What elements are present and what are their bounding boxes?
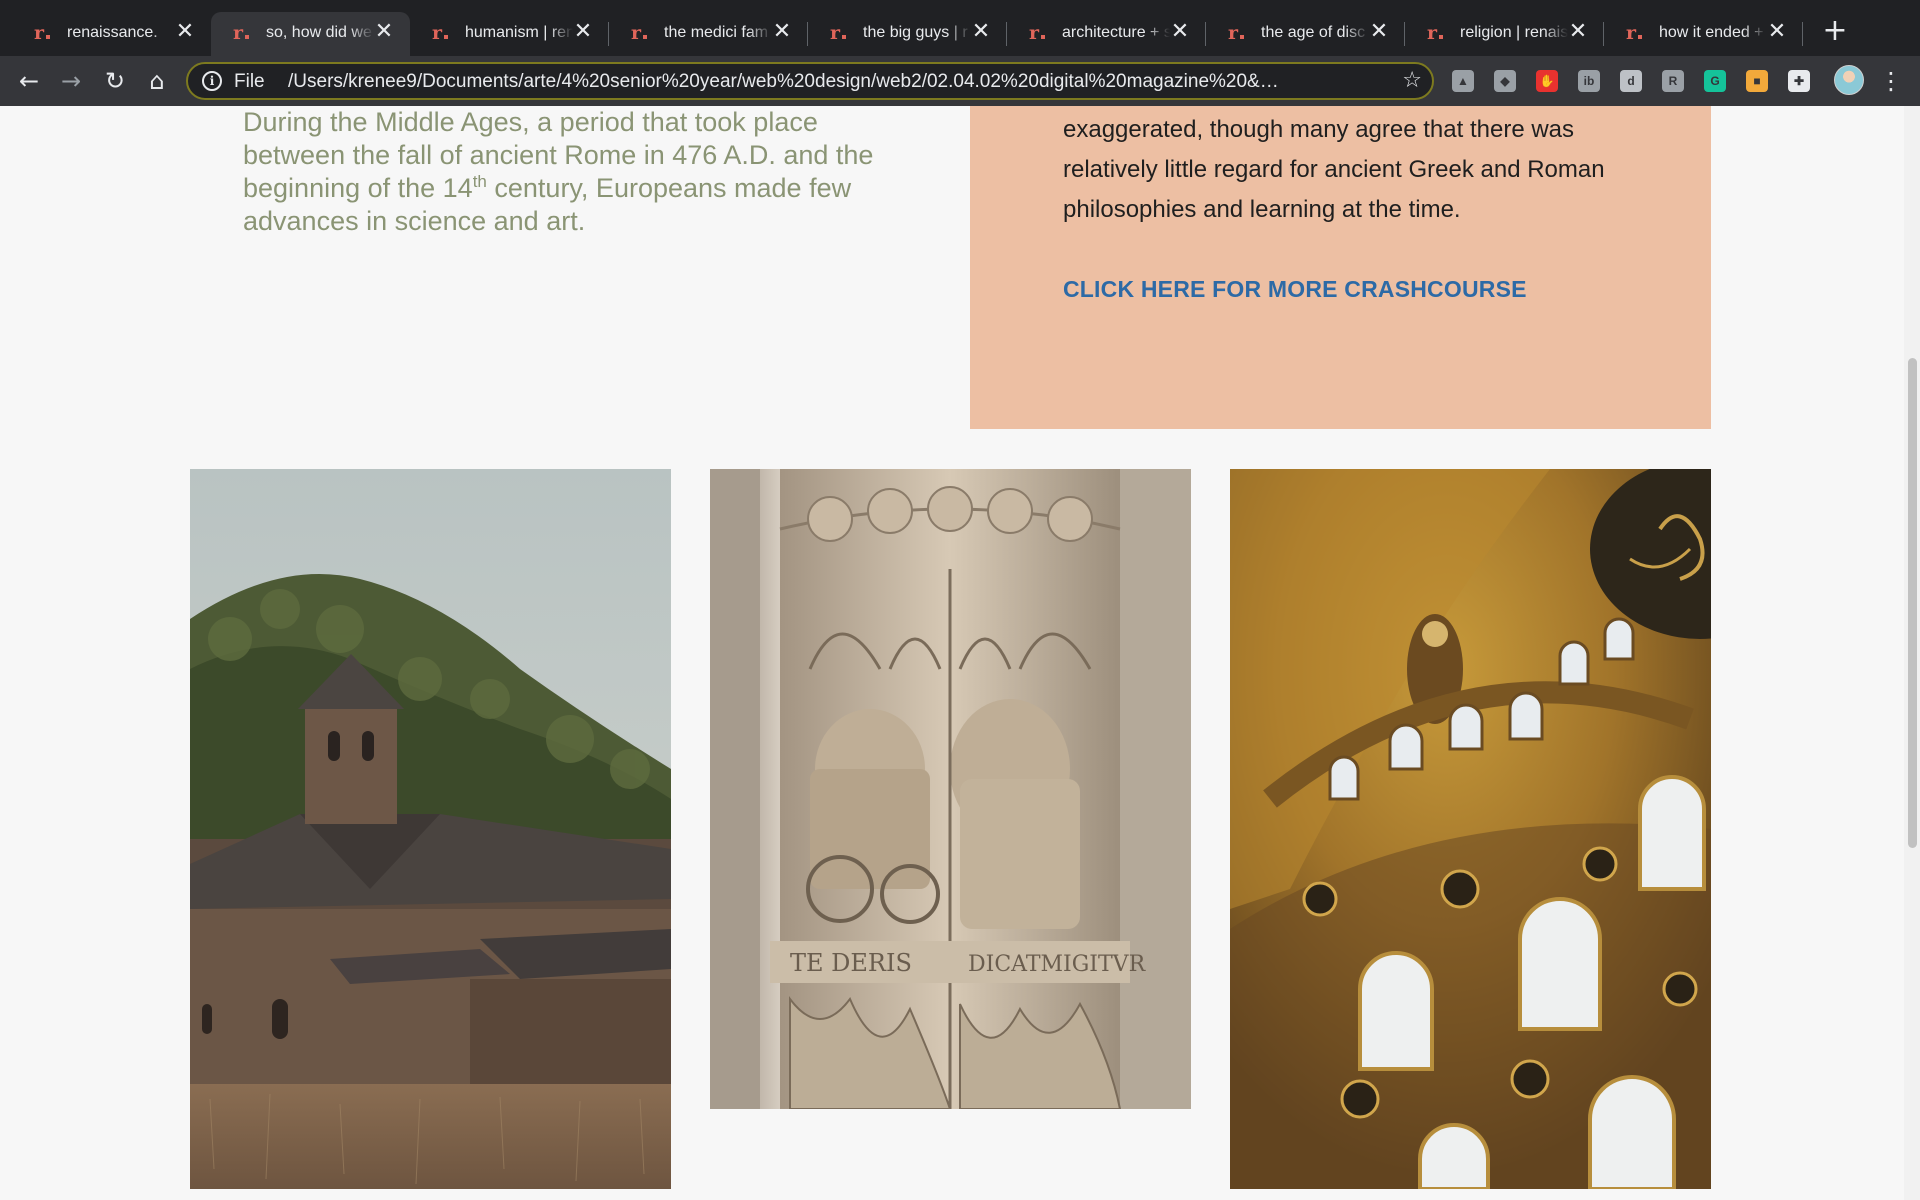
tab-close-icon[interactable]: ✕ bbox=[173, 20, 197, 44]
address-url[interactable]: /Users/krenee9/Documents/arte/4%20senior… bbox=[288, 71, 1288, 95]
tab-favicon-icon: r bbox=[631, 23, 653, 43]
intro-paragraph: During the Middle Ages, a period that to… bbox=[243, 106, 923, 238]
home-icon[interactable]: ⌂ bbox=[142, 66, 172, 96]
address-scheme-label: File bbox=[234, 71, 265, 92]
tab-title: the medici fam bbox=[664, 22, 772, 44]
tab-favicon-icon: r bbox=[1427, 23, 1449, 43]
grammarly-icon[interactable]: G bbox=[1704, 70, 1726, 92]
inscription-right: DICATMIGITVR bbox=[968, 952, 1147, 977]
carved-column-photo: TE DERIS DICATMIGITVR bbox=[710, 469, 1191, 1109]
palette-extension-icon[interactable]: ■ bbox=[1746, 70, 1768, 92]
reload-icon[interactable]: ↻ bbox=[100, 66, 130, 96]
tab-title: how it ended + bbox=[1659, 22, 1767, 44]
browser-tab[interactable]: r the medici fam ✕ bbox=[609, 12, 808, 56]
tab-close-icon[interactable]: ✕ bbox=[1367, 20, 1391, 44]
tab-favicon-icon: r bbox=[1228, 23, 1250, 43]
tab-title: the age of disc bbox=[1261, 22, 1369, 44]
browser-tab[interactable]: r architecture + s ✕ bbox=[1007, 12, 1206, 56]
tab-favicon-icon: r bbox=[1626, 23, 1648, 43]
crashcourse-callout: exaggerated, though many agree that ther… bbox=[970, 106, 1711, 429]
callout-text: exaggerated, though many agree that ther… bbox=[1063, 116, 1605, 223]
scrollbar-thumb[interactable] bbox=[1908, 358, 1917, 848]
tab-separator bbox=[1802, 22, 1803, 46]
browser-tab[interactable]: r so, how did we ✕ bbox=[211, 12, 410, 56]
tab-title: the big guys | r bbox=[863, 22, 971, 44]
dropbox-icon[interactable]: ◆ bbox=[1494, 70, 1516, 92]
browser-tab[interactable]: r religion | renais ✕ bbox=[1405, 12, 1604, 56]
crashcourse-link[interactable]: CLICK HERE FOR MORE CRASHCOURSE bbox=[1063, 276, 1527, 303]
site-info-icon[interactable]: i bbox=[202, 71, 222, 91]
intro-superscript: th bbox=[472, 172, 487, 191]
tab-favicon-icon: r bbox=[830, 23, 852, 43]
browser-tab[interactable]: r renaissance. ✕ bbox=[12, 12, 211, 56]
tab-favicon-icon: r bbox=[432, 23, 454, 43]
adblock-icon[interactable]: ✋ bbox=[1536, 70, 1558, 92]
browser-tab[interactable]: r humanism | ren ✕ bbox=[410, 12, 609, 56]
page-viewport: During the Middle Ages, a period that to… bbox=[0, 106, 1920, 1200]
page-scrollbar[interactable] bbox=[1904, 106, 1920, 1200]
tab-title: renaissance. bbox=[67, 22, 175, 44]
browser-tab[interactable]: r the big guys | r ✕ bbox=[808, 12, 1007, 56]
tab-title: humanism | ren bbox=[465, 22, 573, 44]
back-icon[interactable]: ← bbox=[14, 66, 44, 96]
tab-close-icon[interactable]: ✕ bbox=[1168, 20, 1192, 44]
ib-extension-icon[interactable]: ib bbox=[1578, 70, 1600, 92]
d-extension-icon[interactable]: d bbox=[1620, 70, 1642, 92]
tab-close-icon[interactable]: ✕ bbox=[372, 20, 396, 44]
tab-favicon-icon: r bbox=[233, 23, 255, 43]
tab-close-icon[interactable]: ✕ bbox=[1765, 20, 1789, 44]
puzzle-extensions-icon[interactable]: ✚ bbox=[1788, 70, 1810, 92]
r-extension-icon[interactable]: R bbox=[1662, 70, 1684, 92]
profile-avatar[interactable] bbox=[1834, 65, 1864, 95]
tab-favicon-icon: r bbox=[1029, 23, 1051, 43]
browser-menu-icon[interactable]: ⋮ bbox=[1876, 66, 1906, 96]
address-bar[interactable]: i File /Users/krenee9/Documents/arte/4%2… bbox=[186, 62, 1434, 100]
tab-title: architecture + s bbox=[1062, 22, 1170, 44]
tab-close-icon[interactable]: ✕ bbox=[1566, 20, 1590, 44]
tab-close-icon[interactable]: ✕ bbox=[969, 20, 993, 44]
tab-title: religion | renais bbox=[1460, 22, 1568, 44]
tab-close-icon[interactable]: ✕ bbox=[571, 20, 595, 44]
tab-strip: r renaissance. ✕ r so, how did we ✕ r humanism … bbox=[0, 0, 1920, 56]
browser-tab[interactable]: r how it ended + ✕ bbox=[1604, 12, 1803, 56]
dome-interior-photo bbox=[1230, 469, 1711, 1189]
inscription-left: TE DERIS bbox=[790, 949, 912, 977]
tab-favicon-icon: r bbox=[34, 23, 56, 43]
bookmark-star-icon[interactable]: ☆ bbox=[1402, 68, 1422, 94]
new-tab-button[interactable]: + bbox=[1820, 16, 1850, 46]
tab-close-icon[interactable]: ✕ bbox=[770, 20, 794, 44]
forward-icon[interactable]: → bbox=[56, 66, 86, 96]
tab-title: so, how did we bbox=[266, 22, 374, 44]
google-drive-icon[interactable]: ▲ bbox=[1452, 70, 1474, 92]
browser-toolbar: ← → ↻ ⌂ i File /Users/krenee9/Documents/… bbox=[0, 56, 1920, 106]
browser-tab[interactable]: r the age of disc ✕ bbox=[1206, 12, 1405, 56]
abbey-photo bbox=[190, 469, 671, 1189]
